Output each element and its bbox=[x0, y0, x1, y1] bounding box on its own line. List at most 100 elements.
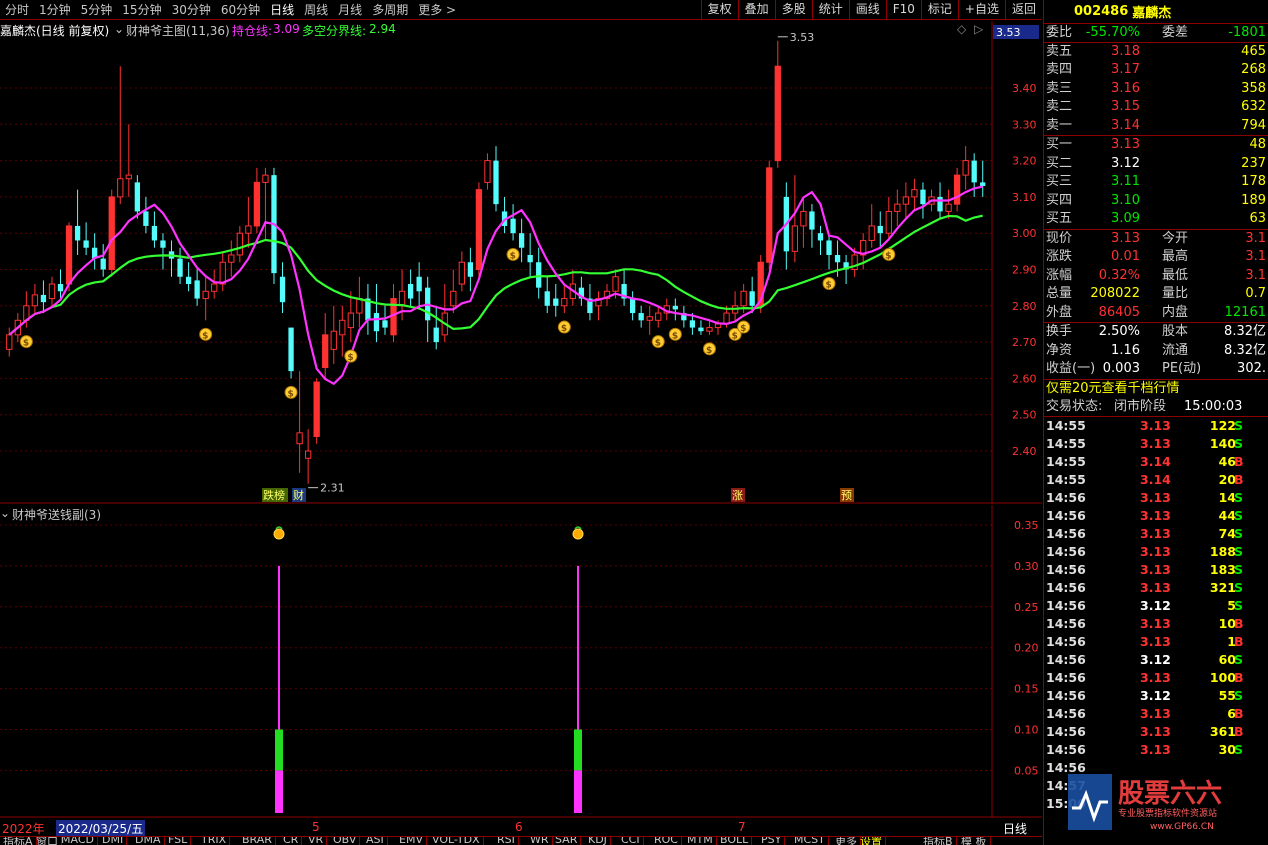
indicator-tab[interactable]: DMI bbox=[99, 837, 128, 845]
period-tab[interactable]: 15分钟 bbox=[117, 0, 166, 20]
indicator-tab[interactable]: ASI bbox=[363, 837, 388, 845]
indicator-tab[interactable]: VOL-TDX bbox=[429, 837, 484, 845]
level-label: 买五 bbox=[1046, 211, 1073, 226]
event-tag-label: 预 bbox=[841, 489, 852, 502]
stat-label: 涨幅 bbox=[1046, 267, 1073, 283]
sub-chart-pane[interactable]: 0.35 0.30 0.25 0.20 0.15 0.10 0.05 ⌄ 财神爷送钱副(3) bbox=[0, 505, 1042, 818]
indicator-tab[interactable]: BRAR bbox=[239, 837, 276, 845]
toolbar-button[interactable]: F10 bbox=[885, 0, 921, 20]
money-bag-symbol: $ bbox=[561, 324, 567, 334]
candle-body bbox=[655, 312, 662, 321]
indicator-tab[interactable]: BOLL bbox=[717, 837, 753, 845]
candle-body bbox=[518, 233, 525, 248]
promo-link[interactable]: 仅需20元查看千档行情 bbox=[1044, 380, 1268, 399]
period-tab[interactable]: 30分钟 bbox=[167, 0, 216, 20]
indicator-toggle-icon[interactable]: ⌄ bbox=[114, 22, 124, 36]
indicator-tab[interactable]: 模 板 bbox=[958, 837, 991, 845]
period-tab[interactable]: 周线 bbox=[299, 0, 333, 20]
period-tab[interactable]: 5分钟 bbox=[76, 0, 118, 20]
candle-body bbox=[706, 327, 713, 332]
coin-icon bbox=[572, 528, 584, 540]
tick-price: 3.13 bbox=[1140, 633, 1171, 649]
tick-volume: 140 bbox=[1209, 435, 1236, 451]
level-price: 3.14 bbox=[1111, 117, 1140, 133]
indicator-tab[interactable]: TRIX bbox=[198, 837, 231, 845]
period-tab[interactable]: 60分钟 bbox=[216, 0, 265, 20]
candle-body bbox=[971, 160, 977, 183]
indicator-tab[interactable]: CR bbox=[280, 837, 303, 845]
candle-body bbox=[817, 233, 824, 241]
toolbar-button[interactable]: +自选 bbox=[957, 0, 1005, 20]
toolbar-button[interactable]: 返回 bbox=[1004, 0, 1042, 20]
indicator-tab[interactable]: RSI bbox=[494, 837, 519, 845]
candlestick-chart[interactable]: 3.40 3.30 3.20 3.10 3.00 2.90 2.80 2.70 2.60 2.50… bbox=[0, 21, 1042, 504]
indicator-tab[interactable]: 指标B bbox=[920, 837, 957, 845]
indicator-tab[interactable]: FSL bbox=[165, 837, 192, 845]
toolbar-button[interactable]: 统计 bbox=[811, 0, 849, 20]
indicator-tab[interactable]: EMV bbox=[396, 837, 427, 845]
candle-body bbox=[877, 225, 883, 234]
toolbar-button[interactable]: 画线 bbox=[848, 0, 886, 20]
indicator-chart[interactable]: 0.35 0.30 0.25 0.20 0.15 0.10 0.05 bbox=[0, 505, 1042, 818]
candle-body bbox=[202, 290, 209, 300]
indicator-tab[interactable]: 指标A bbox=[0, 837, 37, 845]
indicator-tab[interactable]: 设置 bbox=[857, 837, 886, 845]
candle-body bbox=[629, 298, 636, 314]
watermark-title: 股票六六 bbox=[1118, 779, 1222, 809]
tick-price: 3.12 bbox=[1140, 597, 1171, 613]
toolbar-button[interactable]: 多股 bbox=[774, 0, 812, 20]
level-label: 卖一 bbox=[1046, 117, 1073, 133]
indicator-tab[interactable]: DMA bbox=[132, 837, 165, 845]
promo-text[interactable]: 仅需20元查看千档行情 bbox=[1046, 381, 1180, 396]
sub-tick-label: 0.15 bbox=[1014, 683, 1039, 696]
indicator-tab[interactable]: MCST bbox=[791, 837, 829, 845]
stock-period-label: 嘉麟杰(日线 前复权) bbox=[0, 24, 110, 38]
tick-volume: 188 bbox=[1209, 543, 1236, 559]
level-volume: 358 bbox=[1241, 80, 1266, 96]
indicator-tab[interactable]: WR bbox=[527, 837, 553, 845]
stat-label: 今开 bbox=[1162, 230, 1189, 246]
money-bag-symbol: $ bbox=[885, 251, 891, 261]
tick-time: 14:56 bbox=[1046, 579, 1086, 595]
candle-body bbox=[698, 327, 704, 332]
tick-time: 14:55 bbox=[1046, 471, 1086, 487]
stats-block: 现价 3.13 今开 3.1 涨跌 0.01 最高 3.1 涨幅 0.32% 最低 3.1 总量 2080… bbox=[1044, 230, 1268, 323]
tick-row: 14:55 3.13 140 S bbox=[1044, 435, 1268, 453]
indicator-tab[interactable]: CCI bbox=[618, 837, 644, 845]
period-tab[interactable]: 多周期 bbox=[367, 0, 413, 20]
tick-time: 14:55 bbox=[1046, 453, 1086, 469]
indicator-tab[interactable]: OBV bbox=[330, 837, 361, 845]
period-tab[interactable]: 日线 bbox=[265, 0, 299, 20]
tick-list[interactable]: 14:55 3.13 122 S 14:55 3.13 140 S 14:55 3.14 46 B 14… bbox=[1044, 417, 1268, 813]
indicator-tab[interactable]: ROC bbox=[651, 837, 682, 845]
period-tab[interactable]: 月线 bbox=[333, 0, 367, 20]
period-tab[interactable]: 1分钟 bbox=[34, 0, 76, 20]
indicator-tab[interactable]: KDJ bbox=[585, 837, 611, 845]
weicha-label: 委差 bbox=[1162, 25, 1189, 40]
main-chart-pane[interactable]: 3.40 3.30 3.20 3.10 3.00 2.90 2.80 2.70 2.60 2.50… bbox=[0, 21, 1042, 504]
period-tab[interactable]: 分时 bbox=[0, 0, 34, 20]
candle-body bbox=[228, 254, 235, 263]
indicator-tab[interactable]: PSY bbox=[758, 837, 786, 845]
stat-value: 12161 bbox=[1224, 304, 1266, 320]
indicator-tab[interactable]: MACD bbox=[58, 837, 98, 845]
indicator-tab[interactable]: VR bbox=[305, 837, 328, 845]
tick-volume: 361 bbox=[1209, 723, 1236, 739]
signal-bar-mid bbox=[574, 729, 582, 771]
indicator-tab[interactable]: MTM bbox=[684, 837, 717, 845]
candle-body bbox=[262, 174, 269, 183]
level-label: 卖二 bbox=[1046, 99, 1073, 114]
candle-body bbox=[134, 182, 141, 212]
candle-body bbox=[382, 320, 388, 328]
toolbar-button[interactable]: 标记 bbox=[920, 0, 958, 20]
indicator-name[interactable]: 财神爷主图(11,36) bbox=[126, 22, 230, 39]
toolbar-button[interactable]: 叠加 bbox=[737, 0, 775, 20]
diamond-icon[interactable]: ◇ bbox=[957, 22, 966, 36]
toolbar-button[interactable]: 复权 bbox=[700, 0, 738, 20]
indicator-tab[interactable]: SAR bbox=[552, 837, 582, 845]
arrow-icon[interactable]: ▷ bbox=[974, 22, 983, 36]
stat-label: 净资 bbox=[1046, 342, 1073, 358]
period-tab[interactable]: 更多 > bbox=[413, 0, 461, 20]
sub-toggle-icon[interactable]: ⌄ bbox=[0, 506, 10, 520]
order-level: 卖五 3.18 465 bbox=[1044, 43, 1268, 62]
